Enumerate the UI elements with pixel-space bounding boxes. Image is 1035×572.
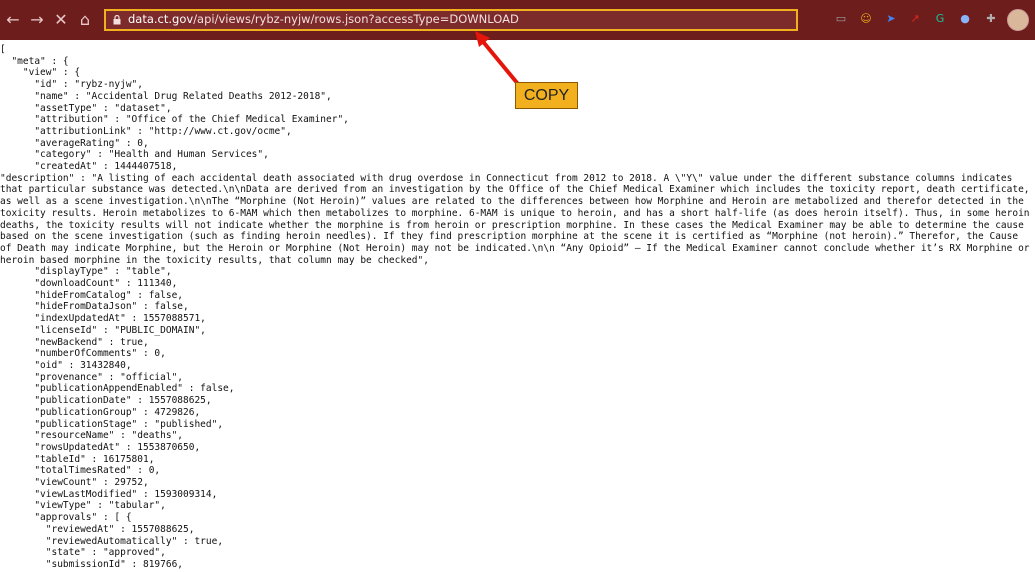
face-extension-icon[interactable]: ☺ [858,11,874,27]
json-line: "newBackend" : true, [34,336,149,348]
json-line: "licenseId" : "PUBLIC_DOMAIN", [34,324,206,336]
cursor-extension-icon[interactable]: ➤ [883,11,899,27]
json-line: "rowsUpdatedAt" : 1553870650, [34,441,201,453]
json-description-line: "description" : "A listing of each accid… [0,172,1030,266]
json-line: "attribution" : "Office of the Chief Med… [34,114,349,126]
json-lines-top: [ "meta" : { "view" : { "id" : "rybz-nyj… [0,44,349,172]
json-line: "attributionLink" : "http://www.ct.gov/o… [34,125,292,137]
json-line: "approvals" : [ { [34,512,132,524]
json-document: [ "meta" : { "view" : { "id" : "rybz-nyj… [0,44,1035,571]
json-line: "downloadCount" : 111340, [34,278,178,290]
json-line: "averageRating" : 0, [34,137,149,149]
json-line: "displayType" : "table", [34,266,172,278]
copy-callout-label: COPY [515,82,578,109]
json-line: "publicationAppendEnabled" : false, [34,383,235,395]
json-line: "publicationGroup" : 4729826, [34,406,201,418]
json-line: "name" : "Accidental Drug Related Deaths… [34,90,332,102]
json-line: "reviewedAutomatically" : true, [45,535,224,547]
stop-loading-icon[interactable]: ✕ [50,9,72,31]
profile-avatar[interactable] [1007,9,1029,31]
pdf-extension-icon[interactable]: ↗ [907,11,923,27]
json-line: [ [0,44,6,55]
grammarly-icon[interactable]: G [932,11,948,27]
json-line: "submissionId" : 819766, [45,558,184,570]
bookmark-star-icon[interactable]: ☆ [803,11,819,27]
json-line: "meta" : { [11,55,69,67]
json-line: "numberOfComments" : 0, [34,348,166,360]
json-line: "hideFromDataJson" : false, [34,301,189,313]
back-arrow-icon[interactable]: ← [2,9,24,31]
json-line: "resourceName" : "deaths", [34,430,184,442]
cast-icon[interactable]: ▭ [833,11,849,27]
url-text: data.ct.gov/api/views/rybz-nyjw/rows.jso… [128,12,519,26]
json-line: "createdAt" : 1444407518, [34,161,178,173]
json-line: "publicationStage" : "published", [34,418,224,430]
json-line: "tableId" : 16175801, [34,453,155,465]
json-lines-bottom: "displayType" : "table", "downloadCount"… [0,266,235,570]
home-icon[interactable]: ⌂ [74,9,96,31]
json-line: "state" : "approved", [45,547,166,559]
json-line: "reviewedAt" : 1557088625, [45,523,195,535]
lock-icon [113,15,121,25]
json-line: "viewType" : "tabular", [34,500,166,512]
forward-arrow-icon[interactable]: → [26,9,48,31]
json-line: "publicationDate" : 1557088625, [34,395,212,407]
json-line: "hideFromCatalog" : false, [34,289,184,301]
dropper-extension-icon[interactable]: ● [957,11,973,27]
json-line: "provenance" : "official", [34,371,184,383]
json-line: "id" : "rybz-nyjw", [34,79,143,91]
url-path: /api/views/rybz-nyjw/rows.json?accessTyp… [193,12,519,26]
url-host: data.ct.gov [128,12,194,26]
address-bar[interactable]: data.ct.gov/api/views/rybz-nyjw/rows.jso… [104,9,798,31]
json-line: "oid" : 31432840, [34,359,132,371]
json-line: "totalTimesRated" : 0, [34,465,161,477]
json-line: "view" : { [22,67,81,79]
json-line: "category" : "Health and Human Services"… [34,149,269,161]
json-line: "viewLastModified" : 1593009314, [34,488,218,500]
json-line: "viewCount" : 29752, [34,477,149,489]
json-line: "indexUpdatedAt" : 1557088571, [34,313,206,325]
json-line: "assetType" : "dataset", [34,102,172,114]
red-arrow-annotation [475,31,520,86]
puzzle-extensions-icon[interactable]: ✚ [983,11,999,27]
